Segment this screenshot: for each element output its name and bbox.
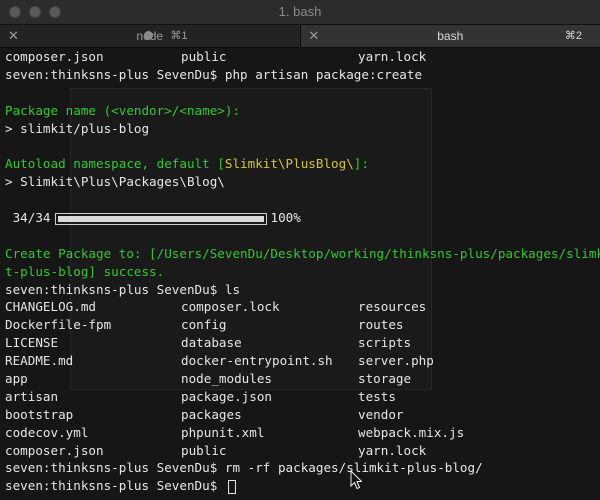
ls-row: app node_modules storage [5,370,595,388]
tab-label: bash [437,29,464,43]
prompt: seven:thinksns-plus SevenDu$ [5,478,225,494]
file-entry: node_modules [181,371,272,387]
ls-row: artisan package.json tests [5,388,595,406]
ls-row: Dockerfile-fpm config routes [5,316,595,334]
terminal-output[interactable]: composer.json public yarn.lock seven:think… [0,48,600,500]
ls-row: README.md docker-entrypoint.sh server.php [5,352,595,370]
success-line: t-plus-blog] success. [5,263,165,279]
progress-line: 34/34 100% [5,209,595,227]
command-line: seven:thinksns-plus SevenDu$ php artisan… [5,66,595,84]
progress-count: 34/34 [12,210,51,226]
tab-node[interactable]: ✕ node ⌘1 [0,25,300,47]
activity-dot-icon [144,31,153,40]
file-entry: yarn.lock [358,442,427,458]
question-line: Autoload namespace, default [Slimkit\Plu… [5,156,369,172]
success-line: Create Package to: [/Users/SevenDu/Deskt… [5,245,600,261]
command-line[interactable]: seven:thinksns-plus SevenDu$ [5,477,595,495]
output-line: composer.json public yarn.lock [5,49,427,64]
command-line: seven:thinksns-plus SevenDu$ rm -rf pack… [5,459,595,477]
file-entry: Dockerfile-fpm [5,317,112,333]
file-entry: storage [358,371,412,387]
file-entry: CHANGELOG.md [5,299,96,315]
terminal-window: 1. bash ✕ node ⌘1 ✕ bash ⌘2 composer.jso… [0,0,600,500]
progress-bar [54,212,267,225]
command: php artisan package:create [224,66,423,82]
prompt: seven:thinksns-plus SevenDu$ [5,66,225,82]
file-entry: tests [358,388,396,404]
window-title: 1. bash [278,4,322,19]
file-entry: docker-entrypoint.sh [181,353,333,369]
tab-shortcut: ⌘1 [170,30,188,42]
file-entry: webpack.mix.js [358,424,465,440]
answer-line: > Slimkit\Plus\Packages\Blog\ [5,174,225,190]
file-entry: public [181,442,227,458]
command: ls [224,281,241,297]
file-entry: bootstrap [5,406,74,422]
file-entry: composer.json [5,442,104,458]
command-line: seven:thinksns-plus SevenDu$ ls [5,281,595,299]
file-entry: config [181,317,227,333]
tab-bash[interactable]: ✕ bash ⌘2 [300,25,600,47]
file-entry: packages [181,406,242,422]
file-entry: composer.lock [181,299,280,315]
file-entry: app [5,371,28,387]
file-entry: resources [358,299,427,315]
file-entry: server.php [358,353,434,369]
ls-row: composer.json public yarn.lock [5,442,595,460]
file-entry: routes [358,317,404,333]
tab-bar: ✕ node ⌘1 ✕ bash ⌘2 [0,25,600,48]
ls-row: LICENSE database scripts [5,334,595,352]
ls-row: CHANGELOG.md composer.lock resources [5,298,595,316]
terminal-lines: composer.json public yarn.lock seven:think… [5,48,600,495]
file-entry: database [181,335,242,351]
file-entry: vendor [358,406,404,422]
text-cursor [227,479,236,494]
answer-line: > slimkit/plus-blog [5,120,150,136]
tab-shortcut: ⌘2 [564,30,582,42]
ls-row: bootstrap packages vendor [5,406,595,424]
file-entry: README.md [5,353,74,369]
mouse-pointer-icon [350,470,362,490]
file-entry: phpunit.xml [181,424,265,440]
file-entry: LICENSE [5,335,59,351]
file-entry: package.json [181,388,272,404]
title-bar: 1. bash [0,0,600,25]
question-line: Package name (<vendor>/<name>): [5,102,241,118]
progress-percent: 100% [270,210,301,226]
file-entry: codecov.yml [5,424,89,440]
prompt: seven:thinksns-plus SevenDu$ [5,281,225,297]
ls-row: codecov.yml phpunit.xml webpack.mix.js [5,424,595,442]
file-entry: scripts [358,335,412,351]
file-entry: artisan [5,388,59,404]
default-value: Slimkit\PlusBlog\ [224,156,354,172]
prompt: seven:thinksns-plus SevenDu$ [5,460,225,476]
